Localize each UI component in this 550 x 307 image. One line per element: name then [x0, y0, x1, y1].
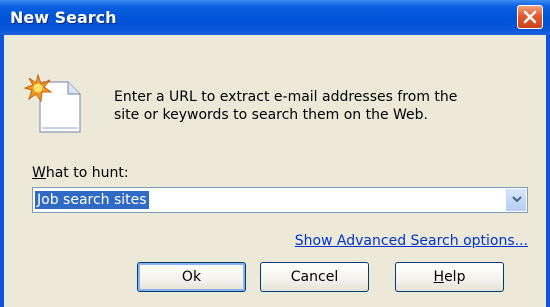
new-search-dialog: New Search Enter a URL to extract e-mail… [0, 0, 550, 307]
instruction-text: Enter a URL to extract e-mail addresses … [114, 88, 514, 124]
cancel-button[interactable]: Cancel [260, 262, 369, 292]
combobox-selected-text[interactable]: Job search sites [35, 191, 149, 209]
instruction-line-2: site or keywords to search them on the W… [114, 107, 428, 123]
window-border-left [0, 35, 4, 307]
label-text: hat to hunt: [45, 165, 129, 181]
new-document-icon [23, 73, 81, 133]
window-title: New Search [10, 8, 117, 27]
ok-button[interactable]: Ok [137, 262, 246, 292]
instruction-line-1: Enter a URL to extract e-mail addresses … [114, 89, 458, 105]
what-to-hunt-label: What to hunt: [32, 165, 129, 181]
combobox-dropdown-button[interactable] [506, 189, 526, 211]
close-icon [523, 10, 537, 24]
title-bar[interactable]: New Search [0, 0, 550, 35]
what-to-hunt-combobox[interactable]: Job search sites [32, 187, 528, 213]
dropdown-arrow-icon [512, 196, 522, 203]
window-border-right [546, 35, 550, 307]
help-label: elp [444, 269, 466, 285]
help-accelerator: H [433, 269, 445, 285]
label-accelerator: W [32, 165, 46, 181]
show-advanced-options-link[interactable]: Show Advanced Search options... [295, 233, 528, 249]
close-button[interactable] [517, 5, 543, 29]
help-button[interactable]: Help [395, 262, 504, 292]
